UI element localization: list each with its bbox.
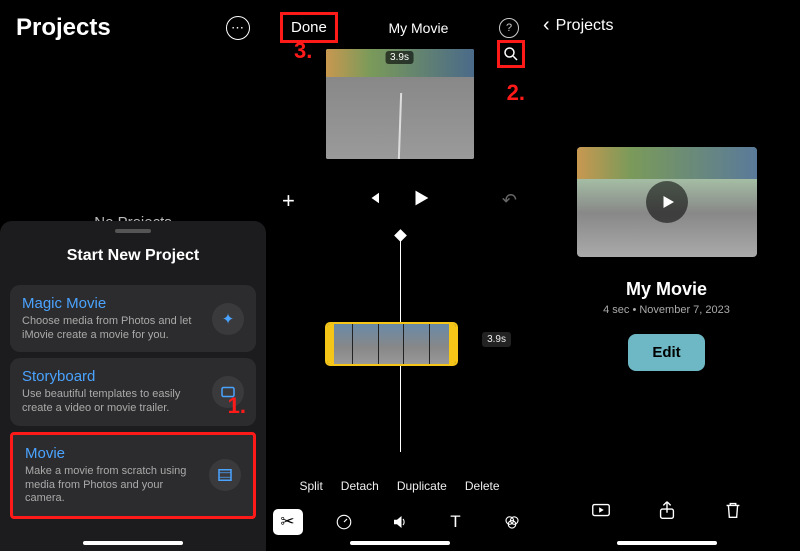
detach-button[interactable]: Detach [341,479,379,493]
back-button[interactable]: ‹ Projects [533,0,800,37]
project-thumbnail[interactable] [577,147,757,257]
card-movie[interactable]: Movie Make a movie from scratch using me… [10,432,256,519]
play-overlay[interactable] [646,181,688,223]
action-row [533,499,800,527]
editor-panel: Done My Movie ? 3. 3.9s 2. + ↶ 3.9s Spli… [266,0,533,551]
page-title: Projects [16,14,111,42]
annotation-1: 1. [228,393,246,419]
preview-duration: 3.9s [385,51,414,64]
video-clip[interactable] [325,322,458,366]
tool-row: ✂ T [266,509,533,535]
wand-icon: ✦ [212,303,244,335]
card-title: Storyboard [22,368,202,385]
card-desc: Choose media from Photos and let iMovie … [22,315,202,343]
clip-duration: 3.9s [482,332,511,347]
play-button[interactable] [410,187,432,214]
video-preview[interactable]: 3.9s [326,49,474,159]
speed-tool[interactable] [329,509,359,535]
filter-tool[interactable] [497,509,527,535]
home-indicator[interactable] [617,541,717,545]
add-media-button[interactable]: + [282,188,295,214]
card-desc: Use beautiful templates to easily create… [22,388,202,416]
card-desc: Make a movie from scratch using media fr… [25,465,199,506]
project-meta: 4 sec • November 7, 2023 [533,304,800,316]
help-button[interactable]: ? [499,18,519,38]
home-indicator[interactable] [83,541,183,545]
volume-tool[interactable] [385,509,415,535]
card-magic-movie[interactable]: Magic Movie Choose media from Photos and… [10,285,256,353]
project-name: My Movie [533,279,800,300]
home-indicator[interactable] [350,541,450,545]
sheet-title: Start New Project [0,247,266,265]
annotation-3: 3. [294,38,312,64]
chevron-left-icon: ‹ [543,14,550,37]
share-button[interactable] [656,499,678,527]
undo-button[interactable]: ↶ [502,190,517,211]
zoom-button[interactable] [497,40,525,68]
film-icon [209,459,241,491]
sheet-handle[interactable] [115,229,151,233]
delete-button[interactable]: Delete [465,479,500,493]
split-button[interactable]: Split [299,479,322,493]
project-detail-panel: ‹ Projects My Movie 4 sec • November 7, … [533,0,800,551]
rewind-button[interactable] [364,189,382,212]
new-project-sheet: Start New Project Magic Movie Choose med… [0,221,266,551]
timeline[interactable]: 3.9s [266,232,533,452]
duplicate-button[interactable]: Duplicate [397,479,447,493]
card-title: Magic Movie [22,295,202,312]
trash-button[interactable] [722,499,744,527]
card-storyboard[interactable]: Storyboard Use beautiful templates to ea… [10,358,256,426]
more-button[interactable]: ⋯ [226,16,250,40]
scissors-tool[interactable]: ✂ [273,509,303,535]
edit-button[interactable]: Edit [628,334,704,371]
play-export-button[interactable] [590,499,612,527]
back-label: Projects [556,17,614,35]
text-tool[interactable]: T [441,509,471,535]
projects-panel: Projects ⋯ No Projects Start New Project… [0,0,266,551]
annotation-2: 2. [507,80,525,106]
edit-actions-row: Split Detach Duplicate Delete [266,479,533,493]
movie-title: My Movie [346,20,491,36]
card-title: Movie [25,445,199,462]
